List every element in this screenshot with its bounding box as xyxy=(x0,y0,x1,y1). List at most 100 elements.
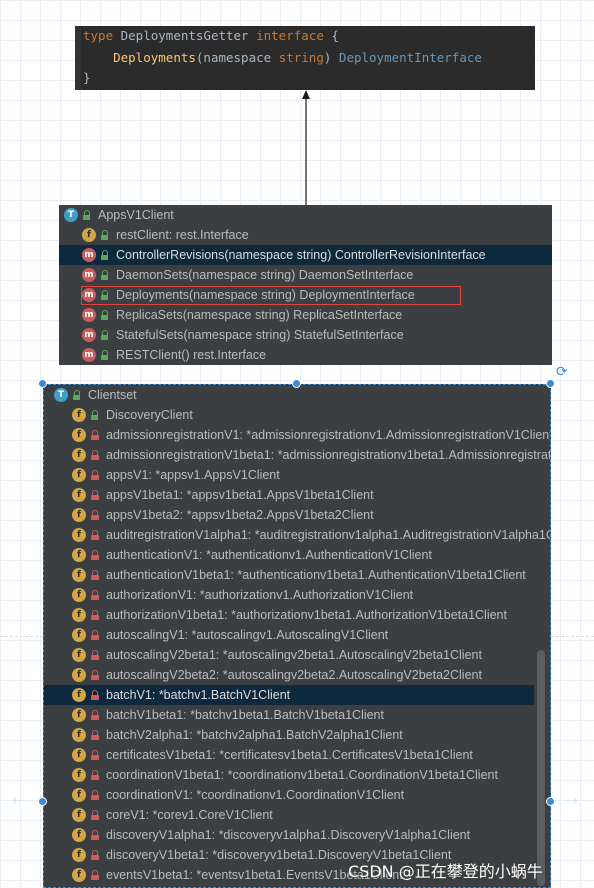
field-icon: f xyxy=(72,628,86,642)
clientset-structure-panel: T Clientset f DiscoveryClient f admission… xyxy=(43,384,551,888)
resize-handle-top-right[interactable] xyxy=(546,379,555,388)
connect-arrow-left-icon[interactable]: ⇠ xyxy=(12,793,24,809)
private-lock-icon xyxy=(90,529,100,541)
struct-field-item[interactable]: f appsV1: *appsv1.AppsV1Client xyxy=(44,465,550,485)
field-icon: f xyxy=(72,768,86,782)
private-lock-icon xyxy=(90,489,100,501)
struct-field-item[interactable]: f coordinationV1: *coordinationv1.Coordin… xyxy=(44,785,550,805)
resize-handle-top-left[interactable] xyxy=(38,379,47,388)
connector-arrow xyxy=(302,90,310,206)
struct-field-item[interactable]: f authenticationV1beta1: *authenticationv… xyxy=(44,565,550,585)
struct-field-item[interactable]: f autoscalingV1: *autoscalingv1.Autoscali… xyxy=(44,625,550,645)
code-line-2: Deployments(namespace string) Deployment… xyxy=(113,50,482,65)
field-icon: f xyxy=(72,528,86,542)
private-lock-icon xyxy=(90,829,100,841)
method-icon: m xyxy=(82,328,96,342)
field-icon: f xyxy=(72,808,86,822)
rotate-icon[interactable]: ⟳ xyxy=(556,364,568,380)
public-lock-icon xyxy=(72,389,82,401)
connect-arrow-right-icon[interactable]: ⇢ xyxy=(566,793,578,809)
public-lock-icon xyxy=(100,349,110,361)
appsv1client-structure-panel: T AppsV1Client f restClient: rest.Interf… xyxy=(59,205,552,365)
private-lock-icon xyxy=(90,649,100,661)
private-lock-icon xyxy=(90,689,100,701)
private-lock-icon xyxy=(90,849,100,861)
struct-field-item[interactable]: f coreV1: *corev1.CoreV1Client xyxy=(44,805,550,825)
struct-field-item[interactable]: f authorizationV1: *authorizationv1.Autho… xyxy=(44,585,550,605)
field-icon: f xyxy=(72,748,86,762)
private-lock-icon xyxy=(90,709,100,721)
public-lock-icon xyxy=(82,209,92,221)
struct-field-item[interactable]: f autoscalingV2beta2: *autoscalingv2beta2… xyxy=(44,665,550,685)
private-lock-icon xyxy=(90,609,100,621)
field-icon: f xyxy=(72,588,86,602)
struct-header-appsv1client[interactable]: T AppsV1Client xyxy=(59,205,552,225)
struct-field-item[interactable]: f admissionregistrationV1: *admissionregi… xyxy=(44,425,550,445)
struct-method-item[interactable]: m ReplicaSets(namespace string) ReplicaS… xyxy=(59,305,552,325)
field-icon: f xyxy=(72,728,86,742)
field-icon: f xyxy=(72,788,86,802)
struct-field-item[interactable]: f batchV2alpha1: *batchv2alpha1.BatchV2al… xyxy=(44,725,550,745)
private-lock-icon xyxy=(90,629,100,641)
struct-method-item-selected[interactable]: m ControllerRevisions(namespace string) … xyxy=(59,245,552,265)
resize-handle-middle-right[interactable] xyxy=(546,797,555,806)
private-lock-icon xyxy=(90,669,100,681)
field-icon: f xyxy=(72,448,86,462)
struct-field-item[interactable]: f restClient: rest.Interface xyxy=(59,225,552,245)
method-icon: m xyxy=(82,248,96,262)
private-lock-icon xyxy=(90,549,100,561)
struct-field-item[interactable]: f coordinationV1beta1: *coordinationv1bet… xyxy=(44,765,550,785)
struct-field-item[interactable]: f authenticationV1: *authenticationv1.Aut… xyxy=(44,545,550,565)
struct-field-item[interactable]: f authorizationV1beta1: *authorizationv1b… xyxy=(44,605,550,625)
field-icon: f xyxy=(72,488,86,502)
public-lock-icon xyxy=(100,229,110,241)
field-icon: f xyxy=(72,548,86,562)
field-icon: f xyxy=(72,668,86,682)
private-lock-icon xyxy=(90,569,100,581)
code-line-1: type DeploymentsGetter interface { xyxy=(83,28,339,43)
struct-field-item[interactable]: f autoscalingV2beta1: *autoscalingv2beta1… xyxy=(44,645,550,665)
watermark: CSDN @正在攀登的小蜗牛 xyxy=(348,862,543,881)
public-lock-icon xyxy=(100,329,110,341)
private-lock-icon xyxy=(90,729,100,741)
private-lock-icon xyxy=(90,429,100,441)
struct-field-item-selected[interactable]: f batchV1: *batchv1.BatchV1Client xyxy=(44,685,534,705)
field-icon: f xyxy=(82,228,96,242)
method-icon: m xyxy=(82,348,96,362)
struct-method-item[interactable]: m DaemonSets(namespace string) DaemonSet… xyxy=(59,265,552,285)
public-lock-icon xyxy=(90,409,100,421)
field-icon: f xyxy=(72,468,86,482)
struct-field-item[interactable]: f admissionregistrationV1beta1: *admissio… xyxy=(44,445,550,465)
public-lock-icon xyxy=(100,269,110,281)
struct-field-item[interactable]: f appsV1beta1: *appsv1beta1.AppsV1beta1Cl… xyxy=(44,485,550,505)
type-icon: T xyxy=(54,388,68,402)
field-icon: f xyxy=(72,848,86,862)
resize-handle-middle-left[interactable] xyxy=(38,797,47,806)
field-icon: f xyxy=(72,648,86,662)
field-icon: f xyxy=(72,688,86,702)
type-icon: T xyxy=(64,208,78,222)
resize-handle-top-center[interactable] xyxy=(292,379,301,388)
struct-method-item[interactable]: m RESTClient() rest.Interface xyxy=(59,345,552,365)
field-icon: f xyxy=(72,708,86,722)
struct-header-clientset[interactable]: T Clientset xyxy=(44,385,550,405)
struct-field-item[interactable]: f batchV1beta1: *batchv1beta1.BatchV1beta… xyxy=(44,705,550,725)
field-icon: f xyxy=(72,868,86,882)
deployments-highlight-box xyxy=(81,286,461,305)
struct-field-item[interactable]: f appsV1beta2: *appsv1beta2.AppsV1beta2Cl… xyxy=(44,505,550,525)
private-lock-icon xyxy=(90,449,100,461)
struct-field-item[interactable]: f DiscoveryClient xyxy=(44,405,550,425)
struct-field-item[interactable]: f discoveryV1alpha1: *discoveryv1alpha1.D… xyxy=(44,825,550,845)
field-icon: f xyxy=(72,508,86,522)
field-icon: f xyxy=(72,408,86,422)
code-gutter xyxy=(75,26,81,90)
private-lock-icon xyxy=(90,589,100,601)
private-lock-icon xyxy=(90,749,100,761)
struct-field-item[interactable]: f certificatesV1beta1: *certificatesv1bet… xyxy=(44,745,550,765)
field-icon: f xyxy=(72,828,86,842)
struct-field-item[interactable]: f auditregistrationV1alpha1: *auditregist… xyxy=(44,525,550,545)
struct-method-item[interactable]: m StatefulSets(namespace string) Statefu… xyxy=(59,325,552,345)
public-lock-icon xyxy=(100,309,110,321)
clientset-scrollbar[interactable] xyxy=(537,650,545,886)
code-line-3: } xyxy=(83,70,91,85)
